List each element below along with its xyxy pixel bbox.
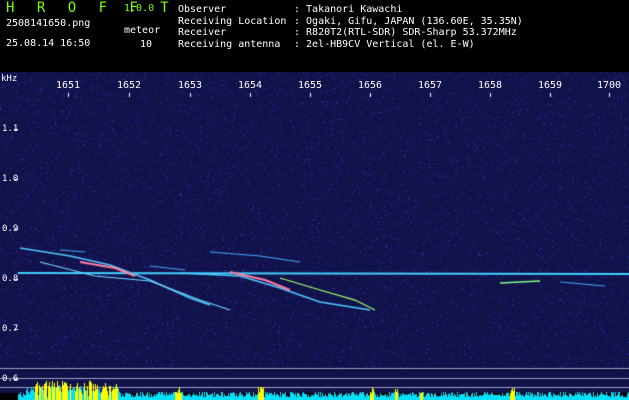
y-tick-label: 0.8 bbox=[2, 274, 19, 284]
x-tick-label: 1651 bbox=[55, 80, 81, 91]
meteor-count: 10 bbox=[140, 39, 153, 50]
x-tick-label: 1655 bbox=[297, 80, 323, 91]
info-row-antenna: Receiving antenna: 2el-HB9CV Vertical (e… bbox=[178, 38, 475, 50]
header-panel: H R O F F T 1.0.0 2508141650.png 25.08.1… bbox=[0, 0, 629, 72]
x-tick-label: 1652 bbox=[116, 80, 142, 91]
file-name: 2508141650.png bbox=[6, 18, 91, 29]
y-tick-label: 0.7 bbox=[2, 324, 19, 334]
capture-timestamp: 25.08.14 16:50 bbox=[6, 38, 91, 49]
x-tick-label: 1658 bbox=[477, 80, 503, 91]
x-tick-label: 1659 bbox=[537, 80, 563, 91]
y-tick-label: 1.1 bbox=[2, 124, 19, 134]
x-tick-label: 1700 bbox=[596, 80, 622, 91]
info-row-receiver: Receiver: R820T2(RTL-SDR) SDR-Sharp 53.3… bbox=[178, 27, 517, 38]
info-row-location: Receiving Location: Ogaki, Gifu, JAPAN (… bbox=[178, 15, 523, 27]
y-tick-label: 0.6 bbox=[2, 374, 19, 384]
x-tick-label: 1657 bbox=[417, 80, 443, 91]
station-info: Observer: Takanori Kawachi Receiving Loc… bbox=[178, 4, 523, 50]
y-tick-label: 1.0 bbox=[2, 174, 19, 184]
x-axis-unit: kHz bbox=[1, 74, 18, 84]
x-tick-label: 1653 bbox=[177, 80, 203, 91]
y-tick-label: 0.9 bbox=[2, 224, 19, 234]
info-row-observer: Observer: Takanori Kawachi bbox=[178, 4, 403, 15]
app-version: 1.0.0 bbox=[124, 3, 155, 14]
x-tick-label: 1654 bbox=[237, 80, 263, 91]
x-tick-label: 1656 bbox=[357, 80, 383, 91]
meteor-label: meteor bbox=[124, 25, 161, 36]
